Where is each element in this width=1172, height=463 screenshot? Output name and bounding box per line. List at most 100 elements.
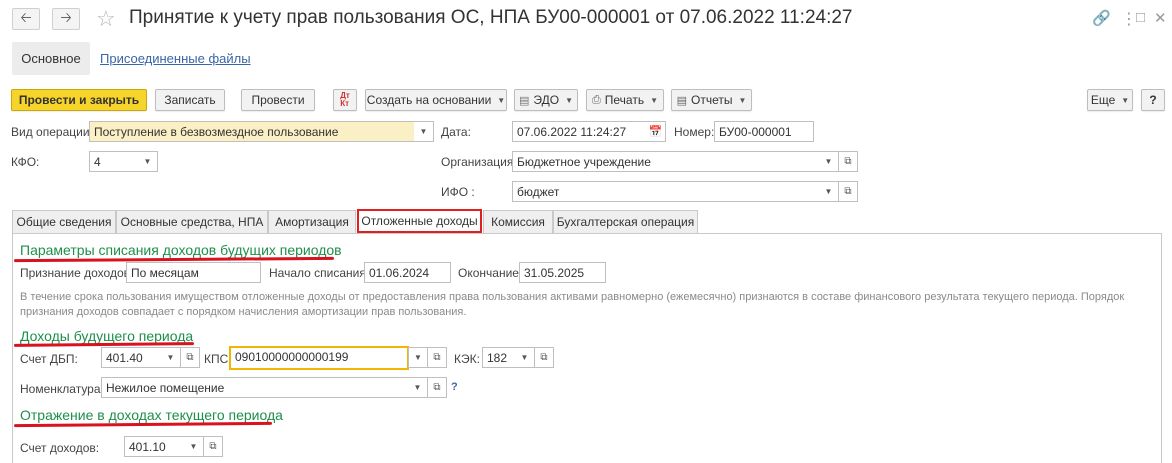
reports-button[interactable]: ▤ Отчеты ▼ (671, 89, 752, 111)
tab-attached-files[interactable]: Присоединенные файлы (100, 51, 251, 66)
more-button[interactable]: Еще ▼ (1087, 89, 1133, 111)
org-open-button[interactable]: ⧉ (838, 151, 858, 172)
nomenclature-dropdown[interactable]: ▼ (408, 377, 428, 398)
forward-button[interactable]: 🡢 (52, 8, 80, 30)
org-field[interactable]: Бюджетное учреждение (512, 151, 820, 172)
tab-general[interactable]: Общие сведения (12, 210, 116, 233)
tab-commission[interactable]: Комиссия (483, 210, 553, 233)
star-icon[interactable]: ☆ (96, 6, 116, 32)
nomenclature-field[interactable]: Нежилое помещение (101, 377, 409, 398)
chevron-down-icon: ▼ (189, 442, 198, 451)
start-label: Начало списания: (269, 266, 370, 280)
chevron-down-icon: ▼ (565, 95, 573, 105)
link-icon[interactable]: 🔗 (1092, 9, 1111, 27)
section-writeoff-params: Параметры списания доходов будущих перио… (20, 242, 342, 258)
income-account-dropdown[interactable]: ▼ (184, 436, 204, 457)
chevron-down-icon: ▼ (497, 95, 506, 105)
op-type-dropdown[interactable]: ▼ (414, 121, 434, 142)
kek-open-button[interactable]: ⧉ (534, 347, 554, 368)
open-icon: ⧉ (433, 382, 441, 393)
ifo-dropdown[interactable]: ▼ (819, 181, 839, 202)
kfo-label: КФО: (11, 155, 40, 169)
recognition-field[interactable]: По месяцам (126, 262, 261, 283)
account-dbp-field[interactable]: 401.40 (101, 347, 162, 368)
arrow-left-icon: 🡠 (20, 9, 32, 25)
account-dbp-label: Счет ДБП: (20, 352, 78, 366)
more-vertical-icon[interactable]: ⋮ (1121, 9, 1137, 29)
kps-open-button[interactable]: ⧉ (427, 347, 447, 368)
edo-icon: ▤ (518, 94, 530, 107)
income-account-open-button[interactable]: ⧉ (203, 436, 223, 457)
income-account-field[interactable]: 401.10 (124, 436, 185, 457)
org-label: Организация: (441, 155, 517, 169)
org-dropdown[interactable]: ▼ (819, 151, 839, 172)
chevron-down-icon: ▼ (1121, 95, 1130, 105)
kek-dropdown[interactable]: ▼ (515, 347, 535, 368)
op-type-field[interactable]: Поступление в безвозмездное пользование (89, 121, 415, 142)
chevron-down-icon: ▼ (520, 353, 529, 362)
end-label: Окончание: (458, 266, 523, 280)
page-title: Принятие к учету прав пользования ОС, НП… (129, 7, 853, 28)
close-icon[interactable]: ✕ (1154, 9, 1167, 27)
kek-label: КЭК: (454, 352, 480, 366)
open-icon: ⧉ (844, 156, 852, 167)
kfo-dropdown[interactable]: ▼ (138, 151, 158, 172)
chevron-down-icon: ▼ (166, 353, 175, 362)
chevron-down-icon: ▼ (413, 383, 422, 392)
dt-kt-icon: Дт Кт (340, 91, 350, 108)
kps-field[interactable]: 09010000000000199 (229, 346, 409, 370)
edo-button[interactable]: ▤ ЭДО ▼ (514, 89, 578, 111)
chevron-down-icon: ▼ (824, 157, 833, 166)
number-field[interactable]: БУ00-000001 (714, 121, 814, 142)
tab-depreciation[interactable]: Амортизация (268, 210, 356, 233)
tab-deferred-income[interactable]: Отложенные доходы (357, 209, 482, 233)
kek-field[interactable]: 182 (482, 347, 516, 368)
print-button[interactable]: ⎙ Печать ▼ (586, 89, 664, 111)
open-icon: ⧉ (209, 441, 217, 452)
income-account-label: Счет доходов: (20, 441, 100, 455)
chevron-down-icon: ▼ (738, 95, 747, 105)
post-button[interactable]: Провести (241, 89, 315, 111)
date-label: Дата: (441, 125, 471, 139)
nomenclature-help-icon[interactable]: ? (451, 381, 458, 393)
nomenclature-label: Номенклатура: (20, 382, 104, 396)
open-icon: ⧉ (186, 352, 194, 363)
calendar-button[interactable]: 📅 (646, 121, 666, 142)
end-field[interactable]: 31.05.2025 (519, 262, 606, 283)
open-icon: ⧉ (433, 352, 441, 363)
start-field[interactable]: 01.06.2024 (364, 262, 451, 283)
op-type-label: Вид операции: (11, 125, 93, 139)
post-and-close-button[interactable]: Провести и закрыть (11, 89, 147, 111)
maximize-icon[interactable]: □ (1136, 9, 1145, 26)
dt-kt-button[interactable]: Дт Кт (333, 89, 357, 111)
account-dbp-open-button[interactable]: ⧉ (180, 347, 200, 368)
recognition-label: Признание доходов: (20, 266, 134, 280)
chevron-down-icon: ▼ (419, 127, 428, 136)
chevron-down-icon: ▼ (143, 157, 152, 166)
chevron-down-icon: ▼ (824, 187, 833, 196)
ifo-field[interactable]: бюджет (512, 181, 820, 202)
chevron-down-icon: ▼ (650, 95, 659, 105)
create-based-button[interactable]: Создать на основании ▼ (365, 89, 507, 111)
printer-icon: ⎙ (591, 93, 601, 106)
save-button[interactable]: Записать (155, 89, 225, 111)
kps-label: КПС: (204, 352, 232, 366)
date-field[interactable]: 07.06.2022 11:24:27 (512, 121, 647, 142)
number-label: Номер: (674, 125, 715, 139)
chevron-down-icon: ▼ (414, 353, 422, 362)
account-dbp-dropdown[interactable]: ▼ (161, 347, 181, 368)
tab-main[interactable]: Основное (12, 42, 90, 75)
nomenclature-open-button[interactable]: ⧉ (427, 377, 447, 398)
report-icon: ▤ (676, 94, 687, 107)
calendar-icon: 📅 (648, 126, 663, 138)
tab-fixed-assets[interactable]: Основные средства, НПА (116, 210, 268, 233)
kfo-field[interactable]: 4 (89, 151, 139, 172)
arrow-right-icon: 🡢 (60, 9, 72, 25)
ifo-open-button[interactable]: ⧉ (838, 181, 858, 202)
back-button[interactable]: 🡠 (12, 8, 40, 30)
open-icon: ⧉ (540, 352, 548, 363)
help-button[interactable]: ? (1141, 89, 1165, 111)
info-note: В течение срока пользования имуществом о… (20, 291, 1125, 318)
tab-accounting-entry[interactable]: Бухгалтерская операция (553, 210, 698, 233)
kps-dropdown[interactable]: ▼ (408, 347, 428, 368)
